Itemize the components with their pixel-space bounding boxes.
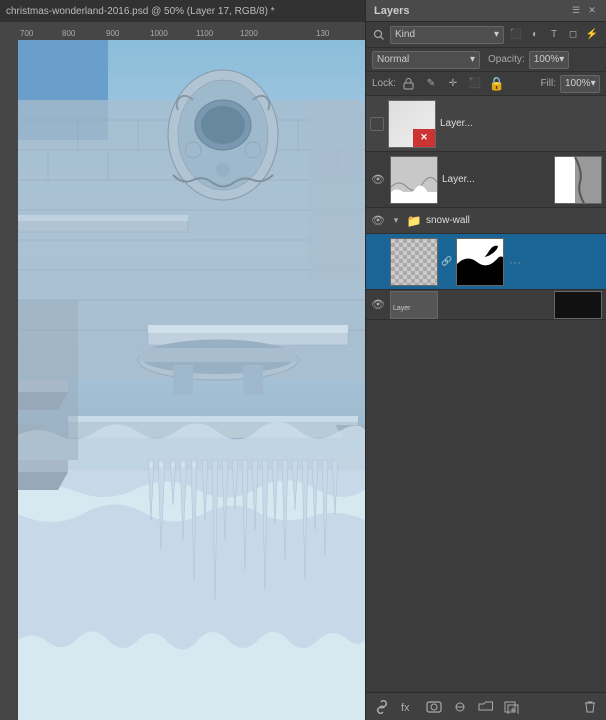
panel-close-icon[interactable]: ✕: [586, 5, 598, 17]
mask-btn[interactable]: [424, 697, 444, 717]
ruler-mark: 700: [20, 29, 33, 38]
text-filter-btn[interactable]: T: [546, 27, 562, 43]
group-name: snow-wall: [426, 215, 602, 226]
blend-mode-label: Normal: [377, 54, 409, 65]
lock-row: Lock: ✎ ✛ ⬛ 🔒 Fill: 100%: [366, 72, 606, 96]
blend-mode-chevron: [470, 54, 475, 65]
opacity-val: 100%: [534, 54, 560, 65]
canvas-content: [18, 40, 365, 720]
ruler-mark: 1000: [150, 29, 168, 38]
layers-list[interactable]: ✕ Layer... 👁 Layer...: [366, 96, 606, 692]
panel-menu-icon[interactable]: ☰: [570, 5, 582, 17]
ruler-mark: 1100: [196, 29, 213, 38]
ruler-mark: 1200: [240, 29, 258, 38]
adjustment-btn[interactable]: [450, 697, 470, 717]
ruler-horizontal: 700 800 900 1000 1100 1200 130: [0, 22, 365, 40]
layer-mask-thumbnail: [554, 291, 602, 319]
ruler-vertical: [0, 40, 18, 720]
search-icon: [372, 28, 386, 42]
layer-row[interactable]: 👁 Layer...: [366, 152, 606, 208]
opacity-chevron: [559, 54, 564, 65]
fill-label: Fill:: [540, 78, 556, 89]
svg-text:Layer: Layer: [393, 305, 411, 312]
layer-row-partial[interactable]: 👁 Layer: [366, 290, 606, 320]
lock-image-btn[interactable]: ✎: [422, 76, 440, 92]
blend-row: Normal Opacity: 100%: [366, 48, 606, 72]
layer-name: Layer...: [442, 174, 550, 185]
kind-chevron: [494, 29, 499, 40]
opacity-label: Opacity:: [488, 54, 525, 65]
panel-header: Layers ☰ ✕: [366, 0, 606, 22]
scene-svg: [18, 40, 365, 720]
lock-position-btn[interactable]: ✛: [444, 76, 462, 92]
fill-val: 100%: [565, 78, 591, 89]
kind-dropdown[interactable]: Kind: [390, 26, 504, 44]
fill-chevron: [591, 78, 596, 89]
kind-row: Kind ⬛ ◐ T ◻ ⚡: [366, 22, 606, 48]
layer-row[interactable]: 🔗 ···: [366, 234, 606, 290]
layer-visibility-btn[interactable]: [370, 117, 384, 131]
layers-toolbar: fx: [366, 692, 606, 720]
layer-more-btn[interactable]: ···: [508, 255, 522, 269]
layers-panel: Layers ☰ ✕ Kind ⬛ ◐ T ◻ ⚡ Normal: [365, 0, 606, 720]
layer-thumbnail: [390, 156, 438, 204]
layer-thumbnail: Layer: [390, 291, 438, 319]
ruler-mark: 900: [106, 29, 119, 38]
panel-header-icons: ☰ ✕: [570, 5, 598, 17]
kind-label: Kind: [395, 29, 415, 40]
title-bar-text: christmas-wonderland-2016.psd @ 50% (Lay…: [6, 6, 275, 17]
lock-transparent-btn[interactable]: [400, 76, 418, 92]
layer-thumbnail: ✕: [388, 100, 436, 148]
shape-filter-btn[interactable]: ◻: [565, 27, 581, 43]
canvas-area: christmas-wonderland-2016.psd @ 50% (Lay…: [0, 0, 365, 720]
kind-filter-icons: ⬛ ◐ T ◻ ⚡: [508, 27, 600, 43]
new-layer-btn[interactable]: [502, 697, 522, 717]
layer-name: Layer...: [440, 118, 602, 129]
group-folder-icon: 📁: [406, 213, 422, 229]
layer-thumbnail: [390, 238, 438, 286]
lock-label: Lock:: [372, 78, 396, 89]
smart-filter-btn[interactable]: ⚡: [584, 27, 600, 43]
ruler-mark: 800: [62, 29, 75, 38]
svg-text:fx: fx: [401, 702, 410, 714]
lock-all-btn[interactable]: 🔒: [488, 76, 506, 92]
layer-mask-thumbnail: [554, 156, 602, 204]
group-btn[interactable]: [476, 697, 496, 717]
layer-chain-icon: 🔗: [442, 256, 452, 267]
panel-title: Layers: [374, 5, 409, 17]
pixel-filter-btn[interactable]: ⬛: [508, 27, 524, 43]
title-bar: christmas-wonderland-2016.psd @ 50% (Lay…: [0, 0, 365, 22]
layer-row[interactable]: ✕ Layer...: [366, 96, 606, 152]
group-visibility-btn[interactable]: 👁: [370, 213, 386, 229]
fx-btn[interactable]: fx: [398, 697, 418, 717]
layer-visibility-btn[interactable]: 👁: [370, 297, 386, 313]
layer-red-x: ✕: [413, 129, 435, 147]
ruler-mark: 130: [316, 29, 329, 38]
opacity-input[interactable]: 100%: [529, 51, 569, 69]
group-expand-arrow[interactable]: ▾: [390, 215, 402, 227]
fill-input[interactable]: 100%: [560, 75, 600, 93]
adj-filter-btn[interactable]: ◐: [527, 27, 543, 43]
link-btn[interactable]: [372, 697, 392, 717]
layer-group-row[interactable]: 👁 ▾ 📁 snow-wall: [366, 208, 606, 234]
delete-layer-btn[interactable]: [580, 697, 600, 717]
blend-mode-dropdown[interactable]: Normal: [372, 51, 480, 69]
layer-mask-thumbnail: [456, 238, 504, 286]
lock-artboard-btn[interactable]: ⬛: [466, 76, 484, 92]
layer-visibility-btn[interactable]: 👁: [370, 172, 386, 188]
